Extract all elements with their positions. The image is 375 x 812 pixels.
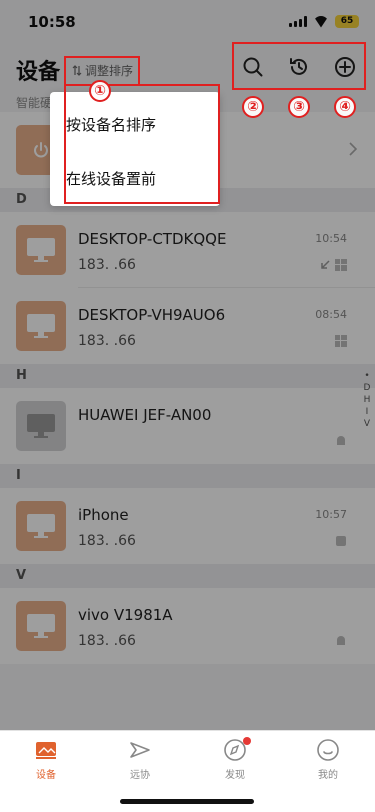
- annotation-marker-2: ②: [242, 96, 264, 118]
- tab-label: 设备: [36, 770, 56, 781]
- remote-assist-icon: [130, 742, 150, 758]
- annotation-box-header-icons: [232, 42, 366, 90]
- tab-label: 我的: [318, 770, 338, 781]
- tab-discover[interactable]: 发现: [205, 737, 265, 781]
- device-icon: [36, 742, 56, 759]
- annotation-marker-3: ③: [288, 96, 310, 118]
- tab-profile[interactable]: 我的: [298, 737, 358, 781]
- tab-remote-assist[interactable]: 远协: [110, 737, 170, 781]
- device-list-screen: 10:58 65 设备 调整排序 智能硬 D DESKTOP-CTDKQQE 1…: [0, 0, 375, 812]
- annotation-box-menu: [64, 84, 220, 204]
- annotation-marker-1: ①: [89, 80, 111, 102]
- profile-icon: [317, 739, 339, 761]
- notification-dot: [243, 737, 251, 745]
- tab-label: 远协: [130, 770, 150, 781]
- tab-label: 发现: [225, 770, 245, 781]
- home-indicator: [120, 799, 254, 804]
- annotation-marker-4: ④: [334, 96, 356, 118]
- tab-devices[interactable]: 设备: [16, 737, 76, 781]
